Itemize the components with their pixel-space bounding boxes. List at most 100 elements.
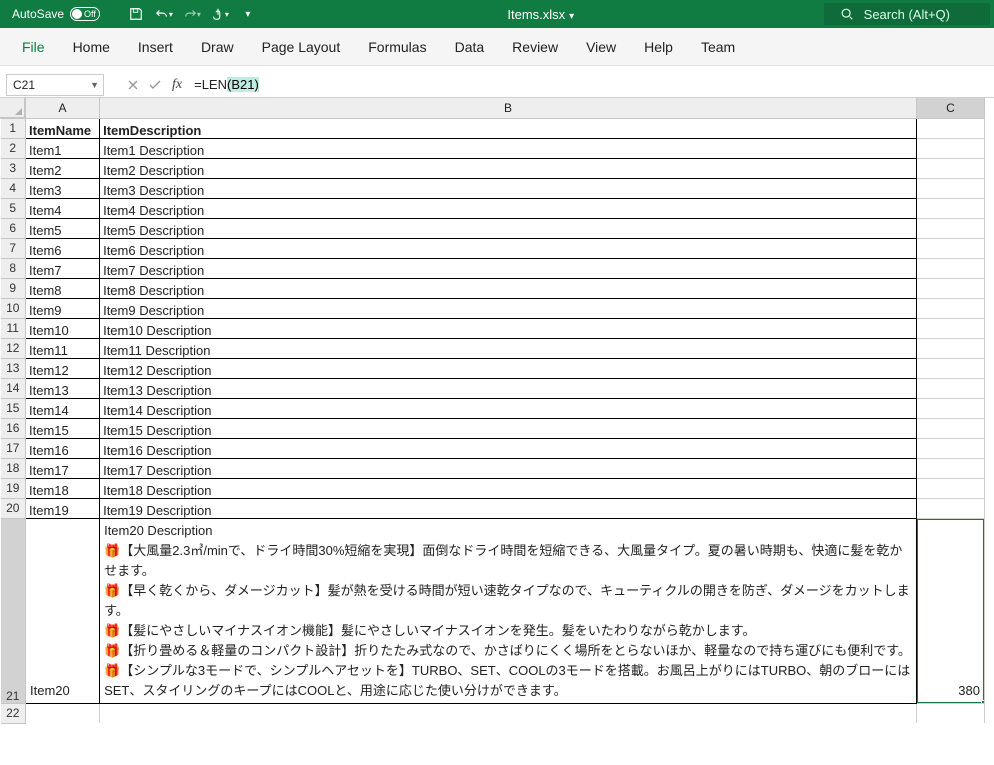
cell[interactable]: ItemName	[26, 118, 100, 138]
cell[interactable]: Item13 Description	[100, 378, 917, 398]
cell[interactable]: Item10 Description	[100, 318, 917, 338]
tab-page-layout[interactable]: Page Layout	[248, 28, 355, 66]
cell[interactable]: Item9	[26, 298, 100, 318]
row-header[interactable]: 19	[1, 478, 26, 498]
tab-formulas[interactable]: Formulas	[354, 28, 440, 66]
cell[interactable]	[916, 178, 984, 198]
cell[interactable]: Item14 Description	[100, 398, 917, 418]
cell[interactable]: Item20 Description 🎁【大風量2.3㎥/minで、ドライ時間3…	[100, 518, 917, 703]
row-header[interactable]: 11	[1, 318, 26, 338]
cell[interactable]	[916, 438, 984, 458]
tab-view[interactable]: View	[572, 28, 630, 66]
enter-formula-icon[interactable]	[144, 74, 166, 96]
tab-draw[interactable]: Draw	[187, 28, 248, 66]
save-icon[interactable]	[126, 4, 146, 24]
cell[interactable]	[916, 478, 984, 498]
cell[interactable]	[100, 703, 917, 723]
cell[interactable]	[916, 318, 984, 338]
tab-team[interactable]: Team	[687, 28, 749, 66]
row-header[interactable]: 18	[1, 458, 26, 478]
tab-review[interactable]: Review	[498, 28, 572, 66]
cell[interactable]	[916, 398, 984, 418]
fill-handle[interactable]	[981, 700, 985, 704]
cell[interactable]: Item18	[26, 478, 100, 498]
tab-data[interactable]: Data	[441, 28, 499, 66]
row-header[interactable]: 14	[1, 378, 26, 398]
cell[interactable]: ItemDescription	[100, 118, 917, 138]
cell[interactable]: Item5	[26, 218, 100, 238]
cell[interactable]: Item7	[26, 258, 100, 278]
row-header[interactable]: 6	[1, 218, 26, 238]
col-header-C[interactable]: C	[916, 98, 984, 118]
cell[interactable]	[916, 158, 984, 178]
cell[interactable]: Item14	[26, 398, 100, 418]
tab-home[interactable]: Home	[59, 28, 124, 66]
row-header[interactable]: 9	[1, 278, 26, 298]
cell[interactable]: Item9 Description	[100, 298, 917, 318]
tab-file[interactable]: File	[8, 28, 59, 66]
cell[interactable]: Item2 Description	[100, 158, 917, 178]
row-header[interactable]: 20	[1, 498, 26, 518]
cell[interactable]	[916, 358, 984, 378]
row-header[interactable]: 17	[1, 438, 26, 458]
cell[interactable]: Item19 Description	[100, 498, 917, 518]
cell[interactable]	[916, 118, 984, 138]
cell[interactable]: Item7 Description	[100, 258, 917, 278]
row-header[interactable]: 3	[1, 158, 26, 178]
row-header[interactable]: 21	[1, 518, 26, 703]
cell[interactable]: Item3 Description	[100, 178, 917, 198]
autosave-toggle[interactable]: AutoSave Off	[12, 7, 118, 21]
cell[interactable]: Item8 Description	[100, 278, 917, 298]
cell[interactable]: Item1 Description	[100, 138, 917, 158]
search-box[interactable]: Search (Alt+Q)	[824, 3, 990, 25]
row-header[interactable]: 2	[1, 138, 26, 158]
cell[interactable]	[916, 198, 984, 218]
cell[interactable]	[916, 338, 984, 358]
row-header[interactable]: 5	[1, 198, 26, 218]
formula-input[interactable]: =LEN(B21)	[188, 74, 994, 96]
cell[interactable]: Item16 Description	[100, 438, 917, 458]
cell[interactable]: Item1	[26, 138, 100, 158]
cell[interactable]	[916, 278, 984, 298]
cell[interactable]: Item8	[26, 278, 100, 298]
cell[interactable]: Item11 Description	[100, 338, 917, 358]
row-header[interactable]: 8	[1, 258, 26, 278]
cell[interactable]: Item17	[26, 458, 100, 478]
cell[interactable]: Item4	[26, 198, 100, 218]
cell[interactable]	[916, 378, 984, 398]
cell[interactable]	[916, 138, 984, 158]
undo-icon[interactable]: ▾	[154, 4, 174, 24]
cell[interactable]	[916, 458, 984, 478]
cell[interactable]: Item20	[26, 518, 100, 703]
redo-icon[interactable]: ▾	[182, 4, 202, 24]
cell[interactable]: Item6	[26, 238, 100, 258]
name-box[interactable]: C21 ▼	[6, 74, 104, 96]
cell[interactable]: Item19	[26, 498, 100, 518]
tab-help[interactable]: Help	[630, 28, 687, 66]
cell[interactable]: Item2	[26, 158, 100, 178]
name-box-dropdown-icon[interactable]: ▼	[90, 80, 99, 90]
cell[interactable]: Item17 Description	[100, 458, 917, 478]
cell[interactable]: Item15	[26, 418, 100, 438]
cancel-formula-icon[interactable]	[122, 74, 144, 96]
qat-more-icon[interactable]: ▾	[238, 4, 258, 24]
cell[interactable]: Item11	[26, 338, 100, 358]
active-cell[interactable]: 380	[916, 518, 984, 703]
cell[interactable]	[916, 258, 984, 278]
col-header-B[interactable]: B	[100, 98, 917, 118]
cell[interactable]	[916, 703, 984, 723]
cell[interactable]: Item6 Description	[100, 238, 917, 258]
cell[interactable]	[916, 498, 984, 518]
cell[interactable]	[916, 298, 984, 318]
row-header[interactable]: 10	[1, 298, 26, 318]
select-all-corner[interactable]	[1, 98, 26, 118]
row-header[interactable]: 15	[1, 398, 26, 418]
row-header[interactable]: 12	[1, 338, 26, 358]
tab-insert[interactable]: Insert	[124, 28, 187, 66]
cell[interactable]	[916, 418, 984, 438]
cell[interactable]: Item18 Description	[100, 478, 917, 498]
worksheet[interactable]: A B C 1 ItemName ItemDescription 2Item1I…	[0, 98, 994, 724]
cell[interactable]: Item15 Description	[100, 418, 917, 438]
cell[interactable]: Item5 Description	[100, 218, 917, 238]
row-header[interactable]: 7	[1, 238, 26, 258]
